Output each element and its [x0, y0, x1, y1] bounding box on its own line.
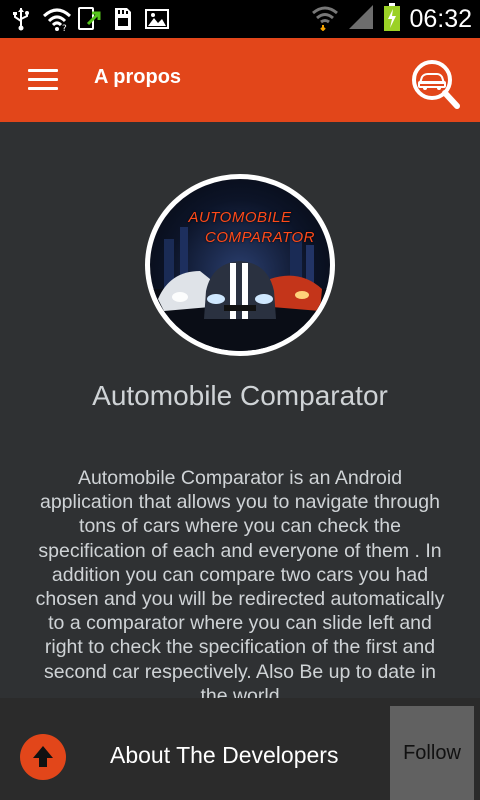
about-developers-label[interactable]: About The Developers	[110, 742, 338, 769]
screenshot-upload-icon	[76, 6, 102, 32]
image-icon	[144, 6, 170, 32]
logo-image: AUTOMOBILE COMPARATOR	[150, 179, 330, 351]
svg-text:?: ?	[62, 24, 67, 32]
app-name: Automobile Comparator	[92, 380, 388, 411]
system-icons: 06:32	[311, 3, 472, 35]
app-description: Automobile Comparator is an Android appl…	[35, 467, 445, 698]
sd-card-icon	[110, 6, 136, 32]
app-bar: A propos	[0, 38, 480, 122]
cell-signal-icon	[347, 3, 375, 35]
battery-charging-icon	[383, 3, 401, 35]
status-bar: ? 06:32	[0, 0, 480, 38]
logo-text-line2: COMPARATOR	[204, 229, 315, 246]
logo-text-line1: AUTOMOBILE	[188, 209, 292, 226]
wifi-signal-icon	[311, 3, 339, 35]
wifi-icon: ?	[42, 6, 72, 34]
clock: 06:32	[409, 4, 472, 33]
follow-button[interactable]: Follow	[390, 706, 474, 800]
page-title: A propos	[94, 66, 182, 88]
bottom-bar: About The Developers Follow	[0, 698, 480, 800]
app-logo: AUTOMOBILE COMPARATOR	[145, 174, 335, 356]
usb-icon	[8, 6, 34, 32]
hamburger-menu-icon[interactable]	[28, 69, 58, 91]
arrow-up-icon[interactable]	[20, 734, 66, 780]
notification-icons: ?	[8, 5, 170, 34]
car-search-icon[interactable]	[410, 58, 460, 110]
